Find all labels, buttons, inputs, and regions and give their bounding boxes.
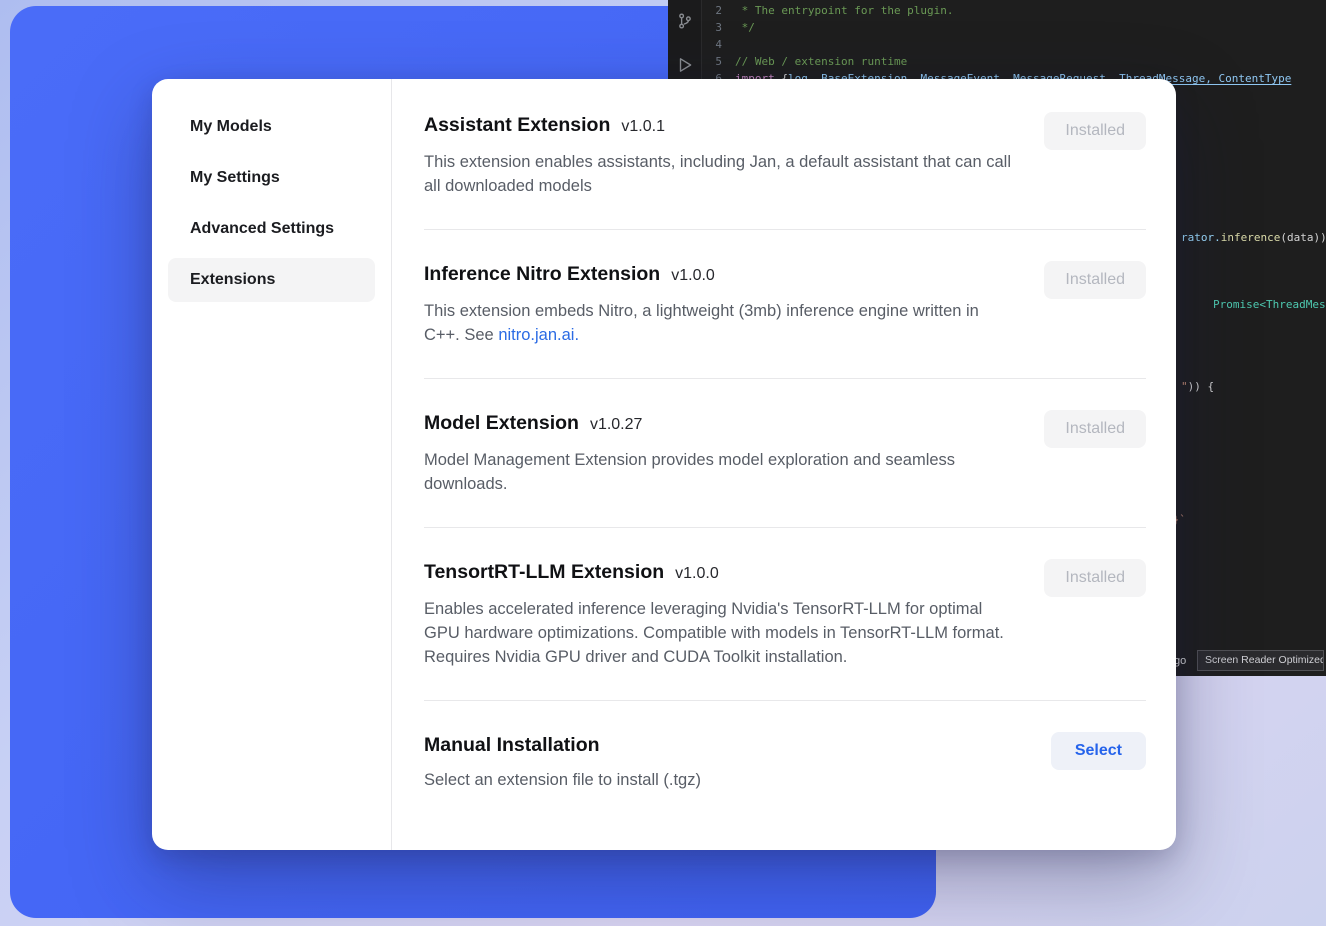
manual-installation-description: Select an extension file to install (.tg… xyxy=(424,768,701,792)
extension-info: Assistant Extension v1.0.1 This extension… xyxy=(424,112,1014,198)
extension-info: Inference Nitro Extension v1.0.0 This ext… xyxy=(424,261,1014,347)
code-comment: * The entrypoint for the plugin. xyxy=(735,2,954,19)
extensions-panel: Assistant Extension v1.0.1 This extension… xyxy=(392,79,1176,850)
extension-title: Model Extension v1.0.27 xyxy=(424,410,1014,438)
code-fragment-paren: ")) { xyxy=(1181,378,1214,395)
extension-name: Assistant Extension xyxy=(424,114,610,136)
installed-button-tensorrt-llm[interactable]: Installed xyxy=(1044,559,1146,597)
sidebar-item-advanced-settings[interactable]: Advanced Settings xyxy=(168,207,375,251)
extension-version: v1.0.1 xyxy=(621,118,665,135)
extension-row-inference-nitro: Inference Nitro Extension v1.0.0 This ext… xyxy=(424,230,1146,378)
settings-sidebar: My Models My Settings Advanced Settings … xyxy=(152,79,392,850)
sidebar-item-my-settings[interactable]: My Settings xyxy=(168,156,375,200)
extension-info: Manual Installation Select an extension … xyxy=(424,732,701,792)
settings-modal: My Models My Settings Advanced Settings … xyxy=(152,79,1176,850)
extension-version: v1.0.0 xyxy=(675,565,719,582)
extension-name: Model Extension xyxy=(424,412,579,434)
installed-button-model[interactable]: Installed xyxy=(1044,410,1146,448)
code-line: 3 */ xyxy=(703,19,1326,36)
manual-installation-row: Manual Installation Select an extension … xyxy=(424,701,1146,823)
code-object: rator. xyxy=(1181,231,1221,244)
source-control-icon[interactable] xyxy=(676,12,694,30)
extension-name: TensortRT-LLM Extension xyxy=(424,561,664,583)
sidebar-item-my-models[interactable]: My Models xyxy=(168,105,375,149)
extension-description: This extension enables assistants, inclu… xyxy=(424,150,1014,198)
manual-installation-title: Manual Installation xyxy=(424,732,701,758)
code-fragment-inference-call: rator.inference(data)); xyxy=(1181,229,1326,246)
extension-description: Model Management Extension provides mode… xyxy=(424,448,1014,496)
extension-description: Enables accelerated inference leveraging… xyxy=(424,597,1014,669)
code-string: " xyxy=(1181,380,1188,393)
extension-title: TensortRT-LLM Extension v1.0.0 xyxy=(424,559,1014,587)
code-method: inference xyxy=(1221,231,1281,244)
extension-version: v1.0.0 xyxy=(671,267,715,284)
code-pane: 2 * The entrypoint for the plugin. 3 */ … xyxy=(703,2,1326,87)
code-comment: // Web / extension runtime xyxy=(735,53,907,70)
extension-info: Model Extension v1.0.27 Model Management … xyxy=(424,410,1014,496)
desktop: 2 * The entrypoint for the plugin. 3 */ … xyxy=(0,0,1326,926)
line-number: 3 xyxy=(703,19,735,36)
code-line: 4 xyxy=(703,36,1326,53)
extension-row-assistant: Assistant Extension v1.0.1 This extension… xyxy=(424,79,1146,229)
code-fragment-promise-type: Promise<ThreadMessage> xyxy=(1213,296,1326,313)
installed-button-assistant[interactable]: Installed xyxy=(1044,112,1146,150)
line-number: 4 xyxy=(703,36,735,53)
extension-description: This extension embeds Nitro, a lightweig… xyxy=(424,299,1014,347)
screen-reader-optimized-badge[interactable]: Screen Reader Optimized xyxy=(1197,650,1324,671)
extension-row-tensorrt-llm: TensortRT-LLM Extension v1.0.0 Enables ac… xyxy=(424,528,1146,700)
extension-title: Inference Nitro Extension v1.0.0 xyxy=(424,261,1014,289)
code-line: 5 // Web / extension runtime xyxy=(703,53,1326,70)
extension-version: v1.0.27 xyxy=(590,416,642,433)
select-file-button[interactable]: Select xyxy=(1051,732,1146,770)
sidebar-item-extensions[interactable]: Extensions xyxy=(168,258,375,302)
code-punct: )) { xyxy=(1188,380,1215,393)
line-number: 2 xyxy=(703,2,735,19)
code-args: (data)); xyxy=(1280,231,1326,244)
code-line: 2 * The entrypoint for the plugin. xyxy=(703,2,1326,19)
line-number: 5 xyxy=(703,53,735,70)
extension-info: TensortRT-LLM Extension v1.0.0 Enables ac… xyxy=(424,559,1014,669)
extension-title: Assistant Extension v1.0.1 xyxy=(424,112,1014,140)
extension-row-model: Model Extension v1.0.27 Model Management … xyxy=(424,379,1146,527)
code-comment: */ xyxy=(735,19,755,36)
run-debug-icon[interactable] xyxy=(676,56,694,74)
installed-button-inference-nitro[interactable]: Installed xyxy=(1044,261,1146,299)
extension-name: Inference Nitro Extension xyxy=(424,263,660,285)
nitro-jan-ai-link[interactable]: nitro.jan.ai. xyxy=(498,326,579,344)
